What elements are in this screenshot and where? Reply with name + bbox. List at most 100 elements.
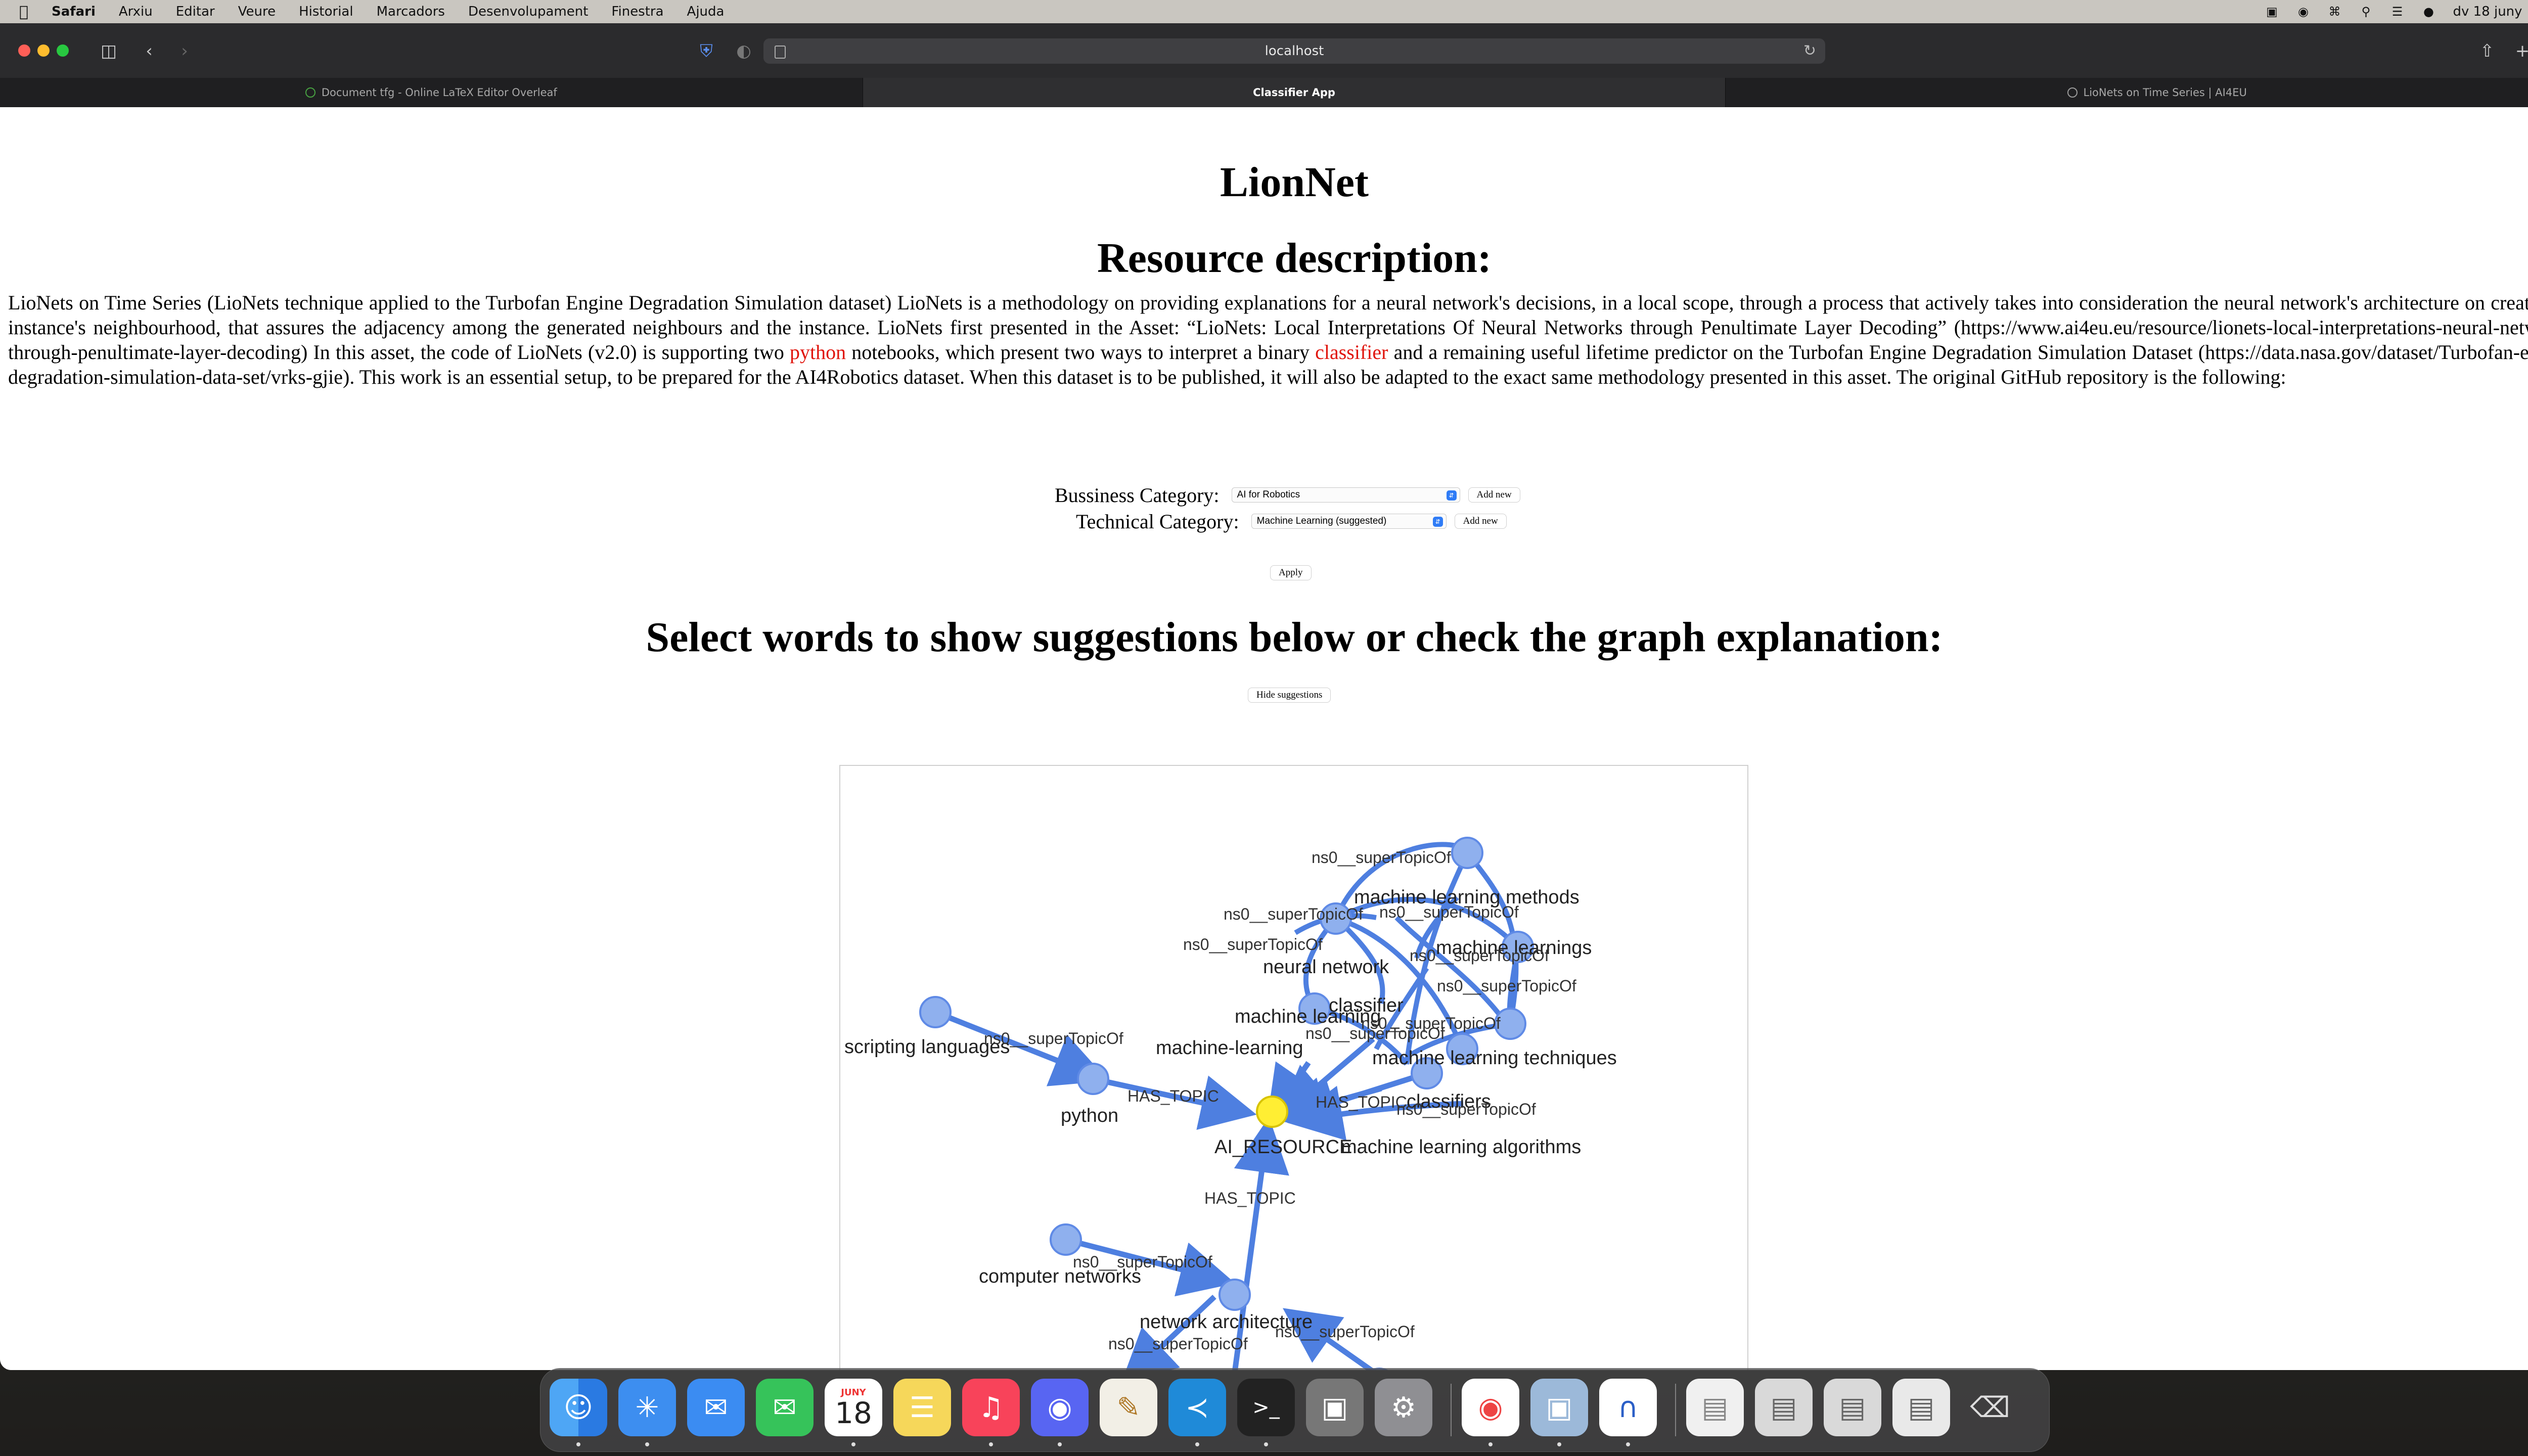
forward-icon[interactable]: › <box>172 38 197 64</box>
share-icon[interactable]: ⇧ <box>2474 38 2500 64</box>
technical-category-label: Technical Category: <box>1076 510 1239 533</box>
messages-icon[interactable]: ✉ <box>756 1379 814 1436</box>
web-page-content: LionNet Resource description: LioNets on… <box>0 107 2528 1370</box>
tab-classifier-app[interactable]: Classifier App <box>863 78 1726 107</box>
edge-label: ns0__superTopicOf <box>1312 848 1451 867</box>
image-capture-icon[interactable]: ▣ <box>1306 1379 1364 1436</box>
address-bar[interactable]: localhost ↻ <box>763 38 1825 64</box>
node-label: python <box>1061 1105 1118 1126</box>
graph-node-ai-resource[interactable] <box>1256 1096 1288 1128</box>
tab-label: LioNets on Time Series | AI4EU <box>2083 86 2247 99</box>
vscode-icon[interactable]: ≺ <box>1168 1379 1226 1436</box>
siri-icon[interactable]: ● <box>2421 5 2435 19</box>
highlighted-word-classifier[interactable]: classifier <box>1315 341 1388 363</box>
business-add-new-button[interactable]: Add new <box>1468 487 1520 503</box>
recent-file-icon[interactable]: ▤ <box>1824 1379 1881 1436</box>
menu-window[interactable]: Finestra <box>611 4 663 19</box>
technical-add-new-button[interactable]: Add new <box>1454 514 1507 529</box>
reload-icon[interactable]: ↻ <box>1803 38 1816 64</box>
edge-label: ns0__superTopicOf <box>1275 1323 1415 1341</box>
node-label: AI_RESOURCE <box>1214 1136 1352 1158</box>
menu-bookmarks[interactable]: Marcadors <box>377 4 445 19</box>
wifi-icon[interactable]: ⌘ <box>2327 5 2341 19</box>
running-indicator <box>1264 1442 1268 1446</box>
chrome-icon[interactable]: ◉ <box>1462 1379 1519 1436</box>
pages-icon[interactable]: ✎ <box>1100 1379 1157 1436</box>
privacy-shield-icon[interactable]: ⛨ <box>694 38 719 64</box>
menu-history[interactable]: Historial <box>299 4 353 19</box>
tab-lionets-ai4eu[interactable]: LioNets on Time Series | AI4EU <box>1726 78 2528 107</box>
resource-description-text: LioNets on Time Series (LioNets techniqu… <box>8 290 2528 389</box>
calendar-icon[interactable]: JUNY 18 <box>825 1379 882 1436</box>
overleaf-leaf-icon <box>305 87 315 98</box>
music-icon[interactable]: ♫ <box>962 1379 1020 1436</box>
business-category-label: Bussiness Category: <box>1055 483 1220 507</box>
back-icon[interactable]: ‹ <box>137 38 162 64</box>
trash-icon[interactable]: ⌫ <box>1961 1379 2019 1436</box>
graph-node-python[interactable] <box>1077 1063 1109 1095</box>
minimize-window-button[interactable] <box>37 44 50 57</box>
menu-file[interactable]: Arxiu <box>119 4 153 19</box>
notes-icon[interactable]: ☰ <box>893 1379 951 1436</box>
terminal-icon[interactable]: >_ <box>1237 1379 1295 1436</box>
compass-icon <box>2067 87 2078 98</box>
menu-safari[interactable]: Safari <box>52 4 96 19</box>
spotlight-search-icon[interactable]: ⚲ <box>2359 5 2373 19</box>
apply-button[interactable]: Apply <box>1270 565 1312 580</box>
sidebar-toggle-icon[interactable]: ◫ <box>96 38 121 64</box>
preview-icon[interactable]: ▣ <box>1530 1379 1588 1436</box>
node-label: machine learning algorithms <box>1341 1136 1581 1158</box>
hide-suggestions-button[interactable]: Hide suggestions <box>1248 688 1331 703</box>
new-tab-icon[interactable]: + <box>2510 38 2528 64</box>
neo4j-icon[interactable]: ∩ <box>1599 1379 1657 1436</box>
business-category-value: AI for Robotics <box>1237 489 1300 500</box>
node-label: machine learning techniques <box>1372 1048 1617 1069</box>
running-indicator <box>1195 1442 1199 1446</box>
knowledge-graph[interactable]: scripting languages python machine-learn… <box>840 766 1748 1370</box>
menu-help[interactable]: Ajuda <box>687 4 725 19</box>
edge-label: HAS_TOPIC <box>1316 1093 1407 1111</box>
edge-label: ns0__superTopicOf <box>1396 1100 1536 1118</box>
safari-window: ◫ ‹ › ⛨ ◐ localhost ↻ ⇧ + ⧉ Document tfg… <box>0 23 2528 1370</box>
translate-icon[interactable]: ▣ <box>2265 5 2279 19</box>
document-icon[interactable]: ▤ <box>1686 1379 1744 1436</box>
zoom-window-button[interactable] <box>57 44 69 57</box>
knowledge-graph-panel[interactable]: scripting languages python machine-learn… <box>839 765 1748 1370</box>
running-indicator <box>576 1442 580 1446</box>
business-category-select[interactable]: AI for Robotics ⇵ <box>1231 487 1460 503</box>
menu-edit[interactable]: Editar <box>176 4 215 19</box>
edge-label: ns0__superTopicOf <box>1437 977 1576 995</box>
finder-icon[interactable]: ☺ <box>550 1379 607 1436</box>
mail-icon[interactable]: ✉ <box>687 1379 745 1436</box>
edge-label: HAS_TOPIC <box>1204 1189 1296 1207</box>
system-settings-icon[interactable]: ⚙ <box>1375 1379 1432 1436</box>
technical-category-select[interactable]: Machine Learning (suggested) ⇵ <box>1251 514 1447 529</box>
graph-node-computer-networks[interactable] <box>1050 1223 1082 1256</box>
running-indicator <box>1058 1442 1062 1446</box>
menu-view[interactable]: Veure <box>238 4 276 19</box>
apple-menu-icon[interactable]:  <box>19 3 34 21</box>
edge-label: ns0__superTopicOf <box>1361 1014 1501 1032</box>
graph-node-cluster[interactable] <box>1451 837 1483 869</box>
running-indicator <box>989 1442 993 1446</box>
graph-node-scripting-languages[interactable] <box>919 996 952 1028</box>
recent-file-icon[interactable]: ▤ <box>1755 1379 1813 1436</box>
screen-record-icon[interactable]: ◉ <box>2296 5 2310 19</box>
safari-icon[interactable]: ✳ <box>618 1379 676 1436</box>
graph-node-network-architecture[interactable] <box>1218 1279 1251 1311</box>
business-category-row: Bussiness Category: AI for Robotics ⇵ Ad… <box>1055 482 1520 508</box>
tab-label: Document tfg - Online LaTeX Editor Overl… <box>321 86 557 99</box>
highlighted-word-python[interactable]: python <box>790 341 846 363</box>
close-window-button[interactable] <box>18 44 30 57</box>
content-blocker-icon[interactable]: ◐ <box>731 38 756 64</box>
control-center-icon[interactable]: ☰ <box>2390 5 2404 19</box>
tab-overleaf[interactable]: Document tfg - Online LaTeX Editor Overl… <box>0 78 863 107</box>
downloads-stack-icon[interactable]: ▤ <box>1892 1379 1950 1436</box>
tab-bar: Document tfg - Online LaTeX Editor Overl… <box>0 78 2528 107</box>
discord-icon[interactable]: ◉ <box>1031 1379 1089 1436</box>
node-label: classifier <box>1329 995 1404 1016</box>
menu-bar-clock[interactable]: dv 18 juny 16:42 <box>2453 4 2528 19</box>
menu-develop[interactable]: Desenvolupament <box>468 4 588 19</box>
technical-category-row: Technical Category: Machine Learning (su… <box>1076 509 1507 534</box>
node-label: neural network <box>1263 957 1389 978</box>
